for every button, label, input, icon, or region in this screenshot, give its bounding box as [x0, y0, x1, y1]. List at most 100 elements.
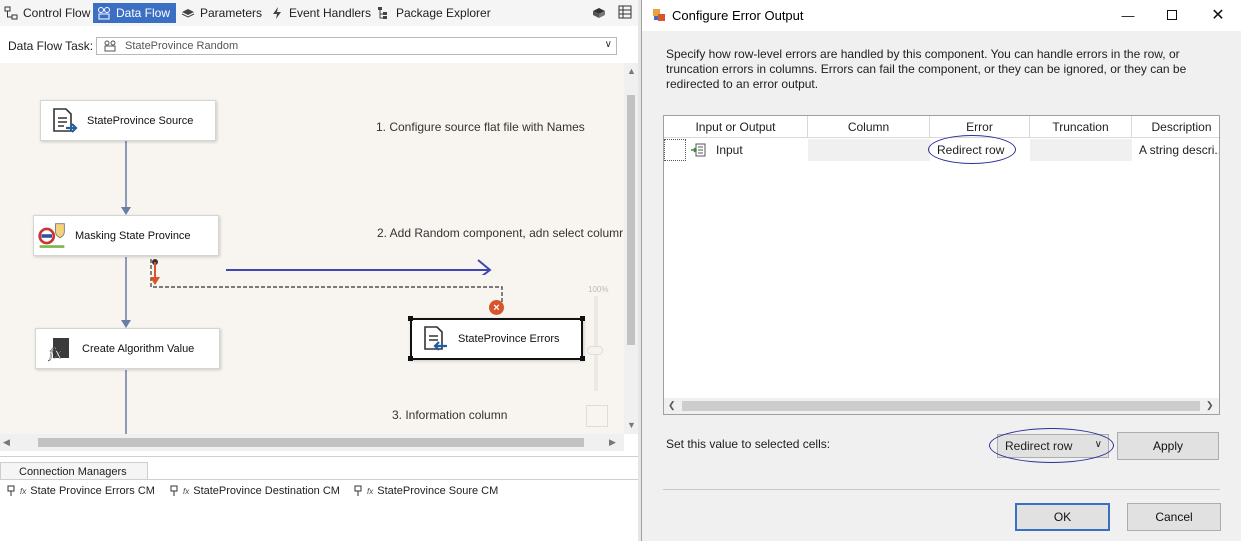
data-flow-task-icon: [104, 40, 116, 52]
component-masking-state-province[interactable]: Masking State Province: [33, 215, 219, 256]
tab-event-handlers[interactable]: Event Handlers: [266, 3, 377, 23]
connection-manager-item[interactable]: fx State Province Errors CM: [6, 485, 155, 497]
tab-package-explorer[interactable]: Package Explorer: [373, 3, 497, 23]
tab-package-explorer-label: Package Explorer: [396, 6, 491, 20]
annotation-step-1[interactable]: 1. Configure source flat file with Names: [376, 120, 585, 134]
connection-manager-item[interactable]: fx StateProvince Destination CM: [169, 485, 340, 497]
scroll-left-icon[interactable]: ❮: [668, 400, 676, 411]
grid-horizontal-scrollbar[interactable]: ❮ ❯: [664, 398, 1219, 414]
zoom-slider-track[interactable]: [594, 296, 598, 391]
component-create-algorithm-value[interactable]: fx Create Algorithm Value: [35, 328, 220, 369]
apply-button[interactable]: Apply: [1117, 432, 1219, 460]
connection-managers-tab[interactable]: Connection Managers: [0, 462, 148, 480]
cell-truncation[interactable]: [1030, 139, 1132, 161]
ssis-designer: Control Flow Data Flow Parameters Event …: [0, 0, 641, 541]
annotation-step-3[interactable]: 3. Information column: [392, 408, 507, 422]
cell-column[interactable]: [808, 139, 930, 161]
data-flow-task-value: StateProvince Random: [125, 40, 239, 52]
grid-scroll-thumb[interactable]: [682, 401, 1200, 411]
cell-input-label: Input: [716, 143, 743, 157]
data-flow-icon: [98, 7, 110, 20]
input-icon: [691, 143, 706, 157]
ok-button[interactable]: OK: [1015, 503, 1110, 531]
scroll-right-icon[interactable]: ❯: [1206, 400, 1214, 411]
row-selector[interactable]: [664, 139, 686, 161]
control-flow-icon: [4, 6, 18, 20]
error-output-grid[interactable]: Input or Output Column Error Truncation …: [663, 115, 1220, 415]
fx-icon: fx: [183, 486, 190, 496]
chevron-down-icon: ∨: [604, 39, 612, 50]
connection-plug-icon: [354, 485, 362, 496]
dialog-title: Configure Error Output: [672, 8, 804, 23]
destination-file-icon: [424, 326, 447, 351]
cell-input-or-output[interactable]: Input: [688, 139, 808, 161]
highlight-ellipse: [989, 428, 1114, 463]
dialog-separator: [663, 489, 1220, 490]
annotation-step-2[interactable]: 2. Add Random component, adn select colu…: [377, 226, 623, 240]
parameters-icon: [181, 9, 195, 18]
set-value-label: Set this value to selected cells:: [666, 437, 831, 451]
vertical-scroll-thumb[interactable]: [627, 95, 635, 345]
cell-description[interactable]: A string descri...: [1132, 139, 1219, 161]
connection-manager-name: StateProvince Soure CM: [377, 485, 499, 497]
connection-plug-icon: [170, 485, 178, 496]
scroll-up-icon[interactable]: ▲: [627, 66, 636, 76]
close-icon[interactable]: ✕: [1195, 4, 1241, 26]
connection-manager-item[interactable]: fx StateProvince Soure CM: [353, 485, 498, 497]
column-header-truncation[interactable]: Truncation: [1030, 116, 1132, 138]
selection-handle[interactable]: [408, 356, 413, 361]
designer-tab-bar: Control Flow Data Flow Parameters Event …: [0, 0, 641, 26]
selection-handle[interactable]: [580, 356, 585, 361]
canvas-vertical-scrollbar[interactable]: ▲ ▼: [624, 63, 638, 434]
component-label: StateProvince Errors: [458, 333, 560, 345]
data-flow-task-select[interactable]: StateProvince Random ∨: [96, 37, 617, 55]
dialog-title-bar: Configure Error Output — ✕: [642, 0, 1241, 31]
tab-parameters[interactable]: Parameters: [177, 3, 268, 23]
component-label: Masking State Province: [75, 229, 191, 242]
data-flow-task-label: Data Flow Task:: [8, 39, 94, 53]
dialog-description: Specify how row-level errors are handled…: [666, 47, 1187, 91]
fx-icon: fx: [367, 486, 374, 496]
connection-manager-name: StateProvince Destination CM: [193, 485, 340, 497]
connection-managers-tab-label: Connection Managers: [19, 465, 127, 478]
selection-handle[interactable]: [580, 316, 585, 321]
connection-manager-name: State Province Errors CM: [30, 485, 155, 497]
toolbox-icon[interactable]: [591, 5, 607, 21]
minimize-icon[interactable]: —: [1105, 4, 1151, 26]
fx-icon: fx: [20, 486, 27, 496]
scroll-left-icon[interactable]: ◀: [3, 437, 10, 448]
column-header-column[interactable]: Column: [808, 116, 930, 138]
panel-divider: [0, 479, 641, 480]
design-canvas[interactable]: × StateProvince Source Masking State Pro…: [0, 63, 624, 434]
scroll-down-icon[interactable]: ▼: [627, 420, 636, 430]
zoom-level: 100%: [588, 285, 609, 294]
scroll-right-icon[interactable]: ▶: [609, 437, 616, 448]
horizontal-scroll-thumb[interactable]: [38, 438, 584, 447]
zoom-slider-thumb[interactable]: [587, 346, 603, 355]
tab-event-handlers-label: Event Handlers: [289, 6, 372, 20]
column-header-input-or-output[interactable]: Input or Output: [664, 116, 808, 138]
annotation-arrow-icon: [226, 259, 492, 275]
highlight-ellipse: [928, 135, 1016, 164]
connection-managers-panel: Connection Managers fx State Province Er…: [0, 456, 641, 541]
configure-error-output-dialog: Configure Error Output — ✕ Specify how r…: [641, 0, 1241, 541]
tab-data-flow[interactable]: Data Flow: [93, 3, 177, 23]
maximize-icon[interactable]: [1149, 4, 1195, 26]
error-icon: ×: [489, 300, 504, 315]
tab-parameters-label: Parameters: [200, 6, 263, 20]
component-label: Create Algorithm Value: [82, 342, 195, 355]
tab-data-flow-label: Data Flow: [116, 6, 171, 20]
dialog-app-icon: [653, 9, 665, 21]
component-stateprovince-errors[interactable]: StateProvince Errors: [410, 318, 583, 360]
selection-handle[interactable]: [408, 316, 413, 321]
fit-view-icon[interactable]: [586, 405, 608, 427]
tab-control-flow[interactable]: Control Flow: [0, 3, 96, 23]
masking-icon: [38, 222, 65, 248]
component-stateprovince-source[interactable]: StateProvince Source: [40, 100, 216, 141]
variables-grid-icon[interactable]: [617, 4, 633, 20]
connection-plug-icon: [7, 485, 15, 496]
cancel-button[interactable]: Cancel: [1127, 503, 1221, 531]
column-header-description[interactable]: Description: [1132, 116, 1219, 138]
source-file-icon: [53, 107, 78, 133]
canvas-horizontal-scrollbar[interactable]: ◀ ▶: [0, 434, 624, 451]
